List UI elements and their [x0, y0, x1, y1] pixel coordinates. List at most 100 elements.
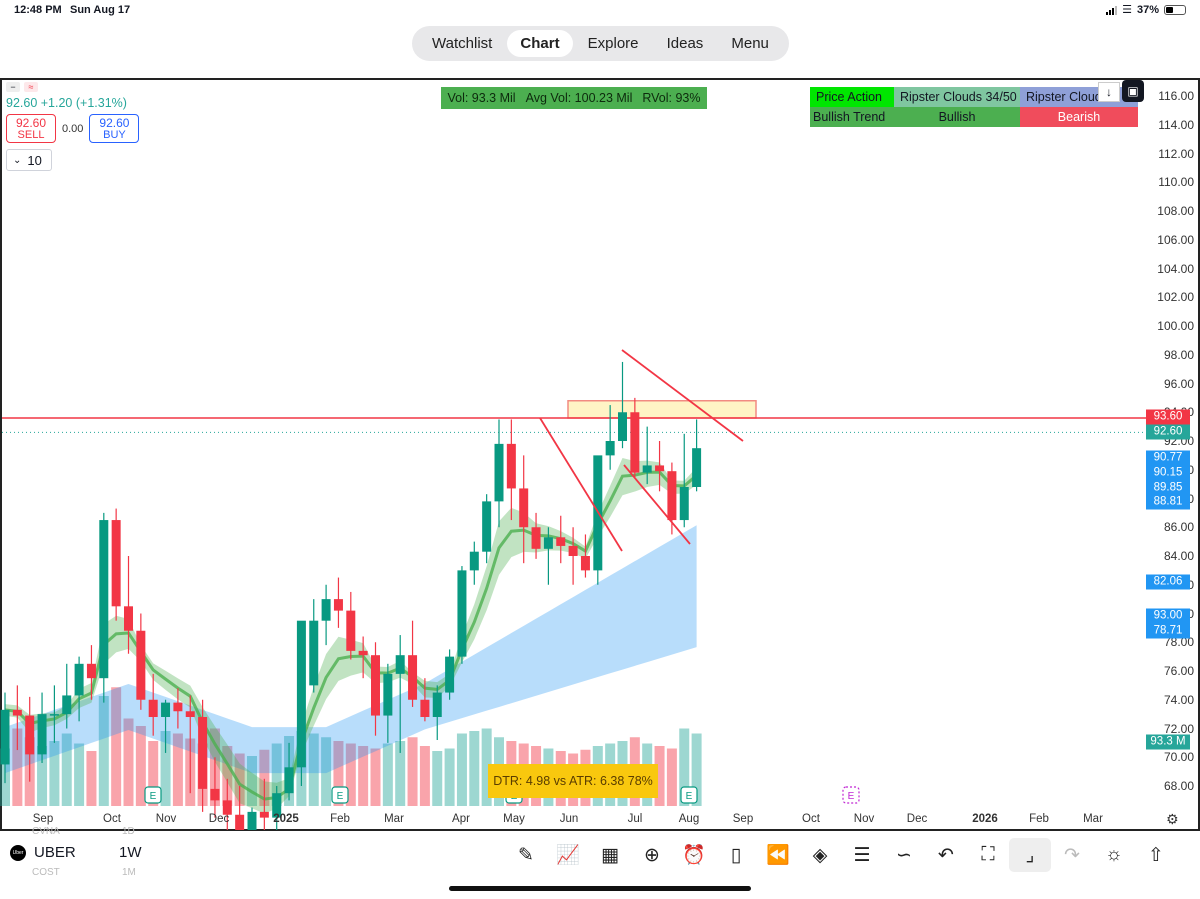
indicators-icon[interactable]: ∽: [883, 838, 925, 872]
candle-body: [49, 714, 59, 716]
price-label: 93.60: [1146, 409, 1190, 424]
candle-body: [346, 610, 356, 651]
candles-icon[interactable]: ▯: [715, 838, 757, 872]
dtr-atr-box: DTR: 4.98 vs ATR: 6.38 78%: [488, 764, 658, 798]
collapse-legend-icon[interactable]: −: [6, 82, 20, 92]
price-tick: 74.00: [1163, 692, 1194, 707]
time-tick: Jun: [559, 813, 579, 825]
battery-icon: [1164, 4, 1186, 15]
pencil-icon[interactable]: ✎: [505, 838, 547, 872]
price-tick: 86.00: [1163, 520, 1194, 535]
volume-bar: [469, 731, 480, 806]
time-tick: Oct: [103, 813, 121, 825]
chart-type-icon[interactable]: 📈: [547, 838, 589, 872]
price-label: 90.77: [1146, 450, 1190, 466]
price-tick: 112.00: [1158, 146, 1194, 161]
value-ripster-34-50: Bullish: [894, 107, 1020, 127]
time-axis[interactable]: Sep Oct Nov Dec 2025 Feb Mar Apr May Jun Jul Aug Sep…: [0, 810, 1146, 829]
candle-body: [383, 673, 393, 716]
bottom-toolbar: CVNA 1D Uber UBER 1W COST 1M ✎ 📈 ▦ ⊕ ⏰ ▯…: [0, 826, 1200, 878]
redo-icon[interactable]: ↷: [1051, 838, 1093, 872]
lightbulb-icon[interactable]: ☼: [1093, 838, 1135, 872]
candle-body: [136, 630, 146, 700]
candle-body: [469, 551, 479, 571]
candle-body: [0, 709, 10, 765]
alarm-icon[interactable]: ⏰: [673, 838, 715, 872]
settings-gear-icon[interactable]: ⚙: [1166, 811, 1179, 828]
volume-bar: [407, 737, 418, 806]
candle-body: [432, 692, 442, 717]
volume-bar: [419, 746, 430, 806]
price-panel: − ≈ 92.60 +1.20 (+1.31%) 92.60 SELL 0.00…: [6, 82, 140, 171]
upcoming-earnings-label: E: [848, 791, 855, 802]
time-tick: Feb: [1029, 813, 1049, 825]
price-label: 93.3 M: [1146, 734, 1190, 750]
ghost-symbol-below: COST: [32, 867, 60, 878]
symbol-name: UBER: [34, 844, 76, 861]
price-label: 90.15: [1146, 465, 1190, 481]
candle-body: [62, 695, 72, 715]
symbol-selector[interactable]: Uber UBER: [10, 844, 76, 861]
collapse-icon[interactable]: ⌟: [1009, 838, 1051, 872]
time-tick: Feb: [330, 813, 350, 825]
time-tick: Dec: [208, 813, 230, 825]
rvol-text: RVol: 93%: [642, 91, 701, 105]
sell-button[interactable]: 92.60 SELL: [6, 114, 56, 143]
candle-body: [506, 443, 516, 489]
uber-logo: Uber: [10, 844, 26, 861]
earnings-marker-label: E: [150, 791, 157, 802]
rewind-icon[interactable]: ⏪: [757, 838, 799, 872]
price-tick: 76.00: [1163, 664, 1194, 678]
price-label: 78.71: [1146, 623, 1190, 639]
time-tick: Oct: [802, 813, 820, 825]
time-tick: Sep: [732, 813, 754, 825]
volume-bar: [382, 743, 393, 806]
interval-selector[interactable]: 1W: [119, 844, 142, 861]
trade-box: 92.60 SELL 0.00 92.60 BUY: [6, 114, 140, 143]
candle-body: [124, 606, 133, 631]
candle-body: [445, 656, 455, 693]
candle-body: [37, 714, 47, 755]
candle-body: [185, 711, 195, 717]
plus-circle-icon[interactable]: ⊕: [631, 838, 673, 872]
volume-bar: [370, 748, 381, 806]
price-tick: 84.00: [1163, 549, 1194, 563]
price-axis[interactable]: 116.00 114.00 112.00 110.00 108.00 106.00 104.…: [1146, 80, 1198, 808]
candle-body: [148, 699, 158, 717]
volume-info-box: Vol: 93.3 Mil Avg Vol: 100.23 Mil RVol: …: [441, 87, 707, 109]
wave-icon[interactable]: ≈: [24, 82, 38, 92]
price-tick: 104.00: [1157, 261, 1194, 276]
candle-body: [284, 767, 294, 794]
sliders-icon[interactable]: ☰: [841, 838, 883, 872]
share-icon[interactable]: ⇧: [1135, 838, 1177, 872]
earnings-marker-label: E: [337, 791, 344, 802]
quantity-select[interactable]: ⌄ 10: [6, 149, 52, 171]
ghost-symbol-above: CVNA: [32, 826, 60, 837]
supply-zone: [567, 400, 757, 419]
fullscreen-icon[interactable]: ⛶: [967, 838, 1009, 872]
candle-body: [420, 699, 430, 717]
undo-icon[interactable]: ↶: [925, 838, 967, 872]
grid-icon[interactable]: ▦: [589, 838, 631, 872]
volume-bar: [86, 751, 97, 806]
buy-button[interactable]: 92.60 BUY: [89, 114, 140, 143]
price-label: 89.85: [1146, 480, 1190, 495]
indicator-value-row: Bullish Trend Bullish Bearish: [810, 107, 1138, 127]
chevron-down-icon: ⌄: [13, 154, 22, 166]
layers-icon[interactable]: ◈: [799, 838, 841, 872]
candle-body: [408, 655, 418, 700]
ghost-interval-above: 1D: [122, 826, 135, 837]
time-tick: Nov: [853, 813, 875, 825]
candle-body: [531, 527, 541, 549]
download-arrow-icon[interactable]: ↓: [1098, 82, 1120, 102]
price-tick: 72.00: [1163, 721, 1194, 736]
candle-body: [630, 412, 640, 473]
time-tick: May: [503, 813, 525, 825]
volume-bar: [432, 751, 443, 806]
buy-label: BUY: [103, 129, 126, 141]
quantity-value: 10: [27, 152, 42, 168]
maximize-icon[interactable]: ▣: [1122, 80, 1144, 102]
volume-bar: [444, 748, 455, 806]
candle-body: [111, 520, 121, 607]
price-tick: 98.00: [1163, 347, 1194, 362]
